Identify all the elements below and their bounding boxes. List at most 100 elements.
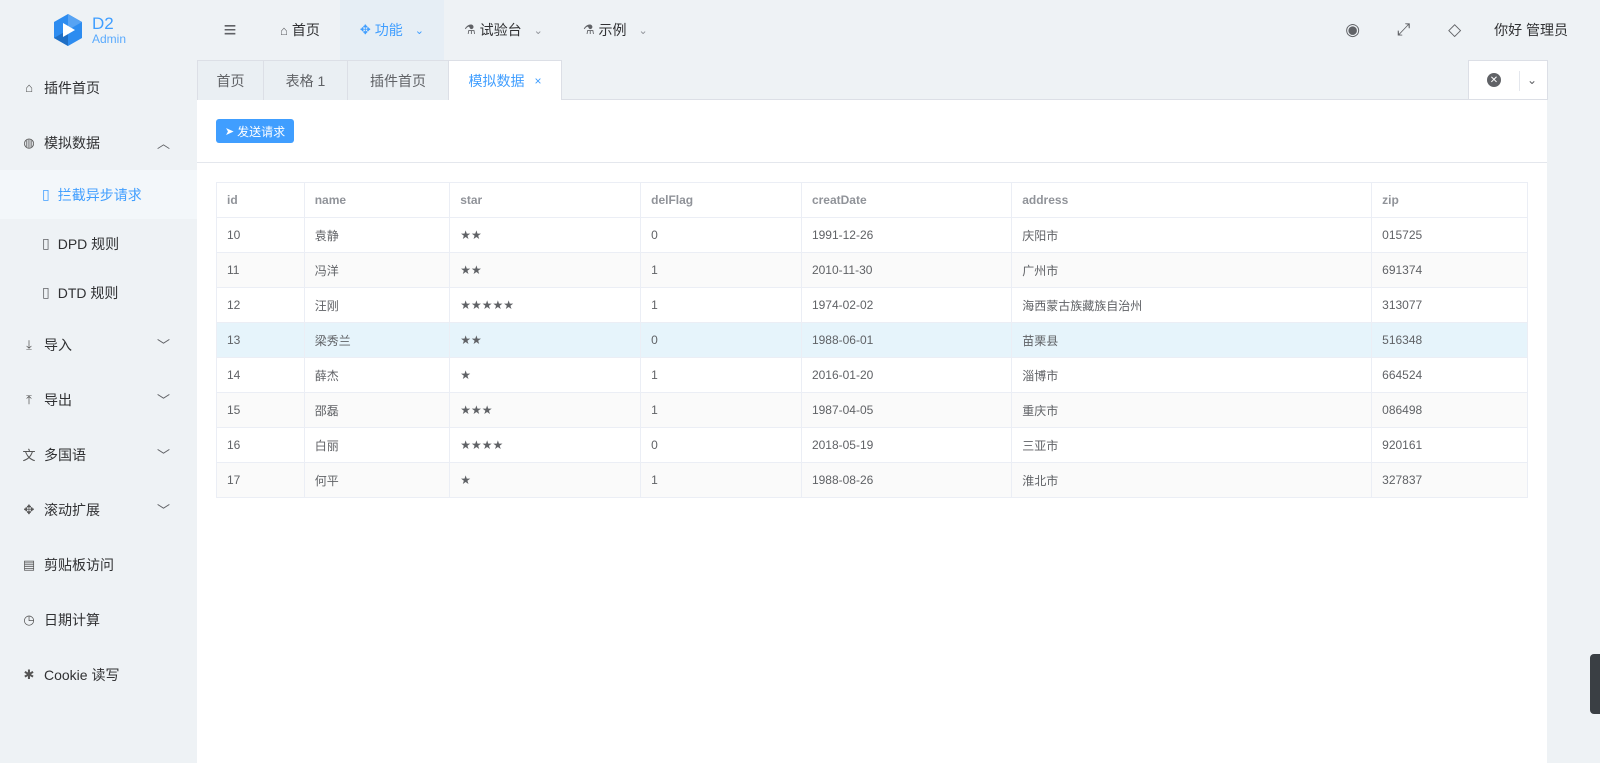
topmenu-item-1[interactable]: ✥ 功能 ⌄ (339, 0, 444, 60)
sidebar-item-0[interactable]: ⌂ 插件首页 (0, 60, 200, 115)
main-content: ➤ 发送请求 id name star delFlag creatDate address… (197, 100, 1547, 763)
topmenu-label: 首页 (291, 22, 320, 38)
theme-button[interactable]: ◇ (1429, 0, 1480, 60)
cell-delFlag: 1 (640, 252, 802, 288)
column-header-delFlag[interactable]: delFlag (640, 182, 802, 218)
home-icon: ⌂ (25, 80, 33, 95)
table-row[interactable]: 14 薛杰 ★ 1 2016-01-20 淄博市 664524 (216, 357, 1528, 393)
logo[interactable]: D2 Admin (0, 0, 200, 60)
tab-bar: 首页 表格 1 插件首页 模拟数据 × ✕ ⌄ (197, 60, 1548, 101)
tab-3[interactable]: 模拟数据 × (448, 60, 562, 101)
sidebar-item-label: 剪贴板访问 (44, 556, 114, 573)
puzzle-icon: ✥ (359, 22, 371, 37)
cell-creatDate: 1988-08-26 (800, 462, 1013, 498)
column-header-name[interactable]: name (303, 182, 451, 218)
topmenu-label: 试验台 (479, 22, 522, 38)
topmenu-item-3[interactable]: ⚗ 示例 ⌄ (563, 0, 668, 60)
log-button[interactable]: ◉ (1327, 0, 1378, 60)
record-icon: ◉ (1345, 20, 1361, 39)
sidebar-item-11[interactable]: ✱ Cookie 读写 (0, 647, 200, 702)
sidebar-item-4[interactable]: ▯ DTD 规则 (0, 268, 200, 317)
cell-address: 淮北市 (1011, 462, 1373, 498)
cell-creatDate: 2016-01-20 (800, 357, 1013, 393)
asterisk-icon: ✱ (23, 666, 35, 682)
cell-name: 袁静 (303, 217, 451, 253)
column-header-star[interactable]: star (449, 182, 642, 218)
sidebar-item-1[interactable]: ◍ 模拟数据 ︿ (0, 115, 200, 170)
sidebar-item-5[interactable]: ⤓ 导入 ﹀ (0, 317, 200, 372)
table-row[interactable]: 15 邵磊 ★★★ 1 1987-04-05 重庆市 086498 (216, 392, 1528, 428)
cell-name: 白丽 (303, 427, 451, 463)
topmenu-label: 示例 (598, 22, 627, 38)
column-header-zip[interactable]: zip (1371, 182, 1528, 218)
column-header-id[interactable]: id (216, 182, 305, 218)
cell-name: 梁秀兰 (303, 322, 451, 358)
d2-logo-icon (54, 14, 82, 46)
topmenu-label: 功能 (374, 22, 403, 38)
sidebar-item-label: 日期计算 (44, 611, 100, 628)
close-icon[interactable]: × (534, 74, 541, 88)
cell-zip: 313077 (1371, 287, 1528, 323)
cell-zip: 516348 (1371, 322, 1528, 358)
cell-star: ★★★★★ (449, 287, 642, 323)
chevron-down-icon: ﹀ (156, 448, 170, 463)
column-header-creatDate[interactable]: creatDate (800, 182, 1013, 218)
cell-address: 庆阳市 (1011, 217, 1373, 253)
cell-delFlag: 1 (640, 392, 802, 428)
sidebar-item-2[interactable]: ▯ 拦截异步请求 (0, 170, 200, 219)
fullscreen-button[interactable]: ⤢ (1378, 0, 1429, 60)
column-header-address[interactable]: address (1011, 182, 1373, 218)
language-icon: 文 (22, 448, 36, 463)
table-row[interactable]: 11 冯洋 ★★ 1 2010-11-30 广州市 691374 (216, 252, 1528, 288)
menu-icon: ≡ (223, 17, 237, 42)
table-row[interactable]: 13 梁秀兰 ★★ 0 1988-06-01 苗栗县 516348 (216, 322, 1528, 358)
topmenu-item-2[interactable]: ⚗ 试验台 ⌄ (444, 0, 563, 60)
cell-delFlag: 1 (640, 462, 802, 498)
floating-widget-handle[interactable] (1590, 654, 1600, 714)
cell-id: 16 (216, 427, 305, 463)
file-icon: ▯ (42, 284, 50, 300)
chevron-down-icon: ⌄ (533, 24, 543, 37)
cell-creatDate: 2018-05-19 (800, 427, 1013, 463)
cell-id: 17 (216, 462, 305, 498)
cell-zip: 691374 (1371, 252, 1528, 288)
user-menu[interactable]: 你好 管理员 (1480, 20, 1600, 40)
cell-address: 海西蒙古族藏族自治州 (1011, 287, 1373, 323)
table-header-row: id name star delFlag creatDate address zip (216, 182, 1528, 218)
cell-star: ★★ (449, 217, 642, 253)
sidebar-item-10[interactable]: ◷ 日期计算 (0, 592, 200, 647)
chevron-down-icon: ⌄ (414, 24, 424, 37)
data-table: id name star delFlag creatDate address zip 10 袁… (216, 182, 1528, 498)
cell-address: 淄博市 (1011, 357, 1373, 393)
table-row[interactable]: 16 白丽 ★★★★ 0 2018-05-19 三亚市 920161 (216, 427, 1528, 463)
sidebar-item-8[interactable]: ✥ 滚动扩展 ﹀ (0, 482, 200, 537)
sidebar-item-label: 多国语 (44, 446, 86, 463)
cell-name: 冯洋 (303, 252, 451, 288)
cell-creatDate: 1974-02-02 (800, 287, 1013, 323)
table-row[interactable]: 10 袁静 ★★ 0 1991-12-26 庆阳市 015725 (216, 217, 1528, 253)
cell-star: ★★★★ (449, 427, 642, 463)
tab-2[interactable]: 插件首页 (347, 60, 449, 100)
tab-0[interactable]: 首页 (197, 60, 264, 100)
cell-star: ★★ (449, 252, 642, 288)
sidebar-item-3[interactable]: ▯ DPD 规则 (0, 219, 200, 268)
globe-icon: ◍ (23, 134, 35, 150)
table-row[interactable]: 17 何平 ★ 1 1988-08-26 淮北市 327837 (216, 462, 1528, 498)
tab-control[interactable]: ✕ ⌄ (1468, 60, 1548, 100)
topmenu-item-0[interactable]: ⌂ 首页 (260, 0, 340, 60)
tab-1[interactable]: 表格 1 (263, 60, 348, 100)
send-request-button[interactable]: ➤ 发送请求 (216, 119, 294, 143)
fullscreen-icon: ⤢ (1396, 20, 1411, 39)
sidebar-item-label: 模拟数据 (44, 134, 100, 151)
table-row[interactable]: 12 汪刚 ★★★★★ 1 1974-02-02 海西蒙古族藏族自治州 313077 (216, 287, 1528, 323)
chevron-down-icon[interactable]: ⌄ (1527, 73, 1537, 87)
clipboard-icon: ▤ (22, 556, 36, 572)
cell-delFlag: 1 (640, 357, 802, 393)
close-all-icon[interactable]: ✕ (1487, 73, 1501, 87)
sidebar-toggle-button[interactable]: ≡ (200, 0, 260, 60)
sidebar-item-7[interactable]: 文多国语 ﹀ (0, 427, 200, 482)
sidebar-item-6[interactable]: ⤒ 导出 ﹀ (0, 372, 200, 427)
cell-id: 12 (216, 287, 305, 323)
flask-icon: ⚗ (582, 22, 595, 37)
sidebar-item-9[interactable]: ▤ 剪贴板访问 (0, 537, 200, 592)
